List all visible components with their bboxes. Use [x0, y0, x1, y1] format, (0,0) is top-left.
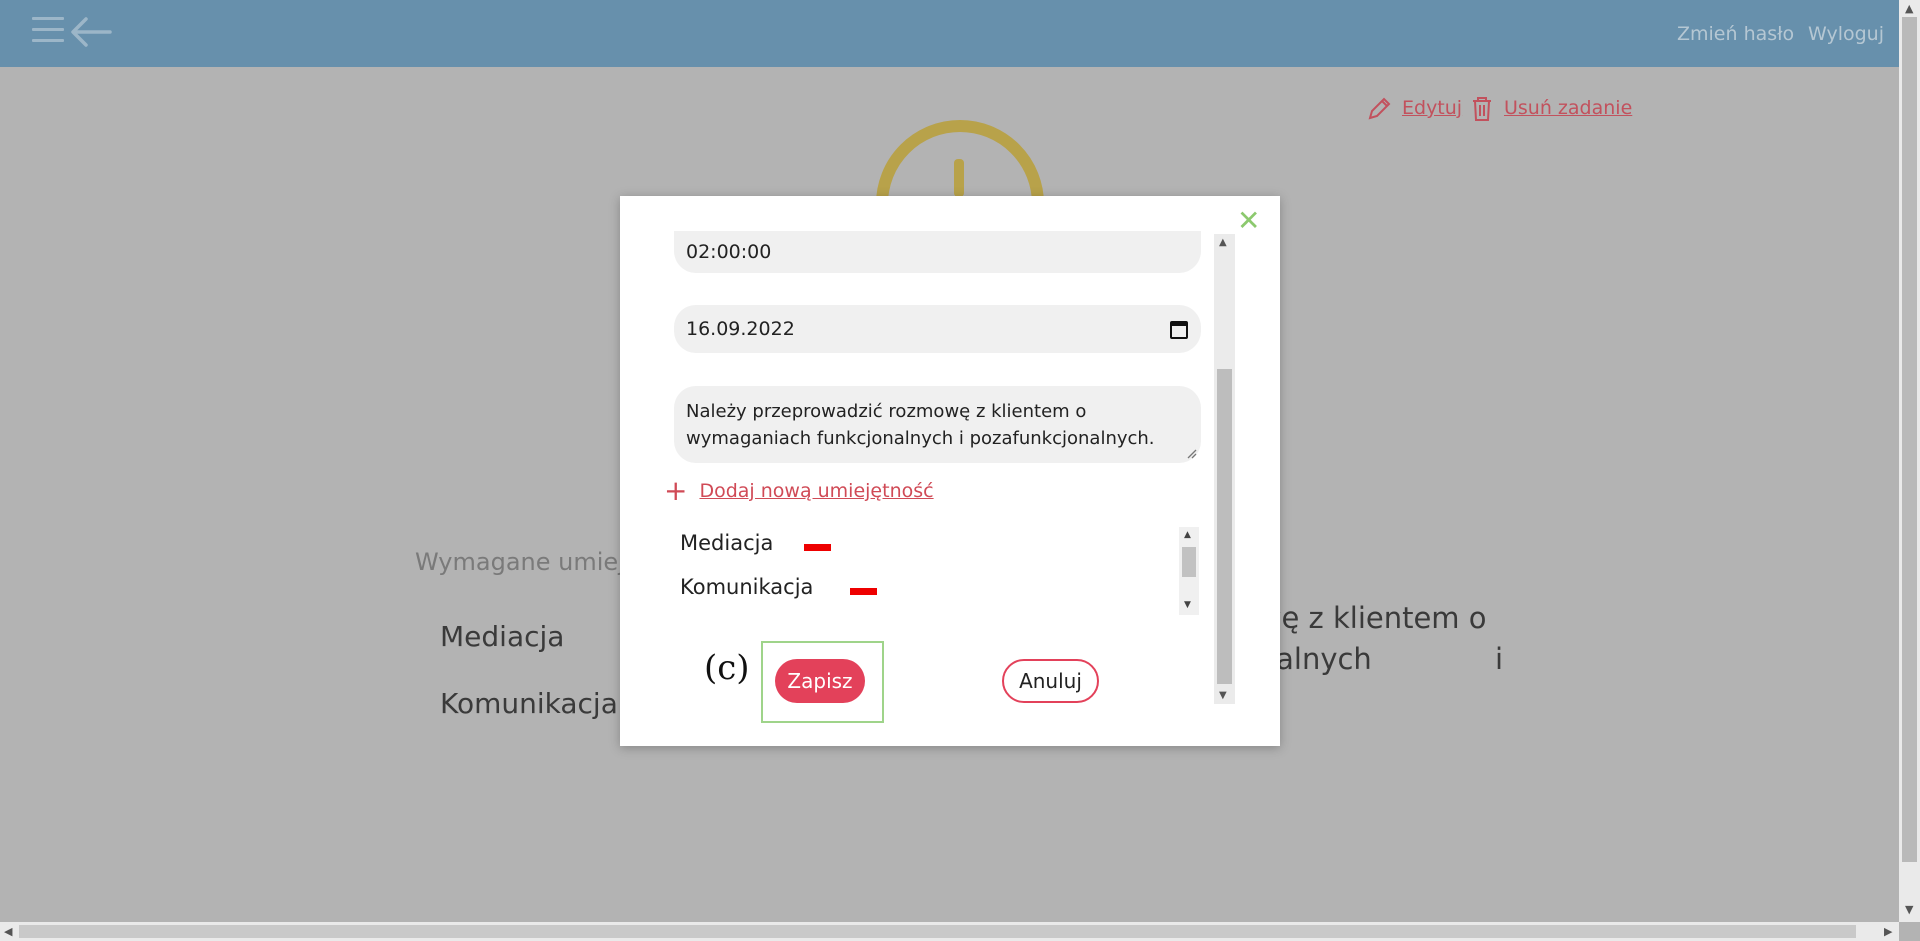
annotation-caption: (c) [704, 648, 750, 688]
dialog-scrollbar[interactable]: ▲ ▼ [1214, 234, 1235, 704]
skills-scroll-thumb[interactable] [1182, 547, 1196, 577]
bg-skill-item: Komunikacja [440, 687, 618, 720]
dialog-scroll-thumb[interactable] [1217, 369, 1232, 684]
back-arrow-icon[interactable] [68, 14, 112, 50]
list-item: Mediacja [680, 531, 832, 555]
date-value: 16.09.2022 [686, 318, 795, 340]
page-horizontal-scroll-thumb[interactable] [19, 925, 1856, 938]
page-horizontal-scrollbar[interactable]: ◀ ▶ [0, 922, 1899, 941]
plus-icon: + [664, 474, 688, 507]
skill-name: Komunikacja [680, 575, 814, 599]
required-skills-label: Wymagane umiej [415, 548, 625, 576]
scroll-down-arrow-icon[interactable]: ▼ [1905, 903, 1913, 916]
pencil-icon [1368, 97, 1391, 120]
remove-skill-icon[interactable] [850, 587, 878, 595]
skills-scrollbar[interactable]: ▲ ▼ [1179, 527, 1199, 615]
date-field[interactable]: 16.09.2022 [674, 305, 1201, 353]
scroll-down-arrow-icon[interactable]: ▼ [1184, 600, 1191, 610]
top-bar: Zmień hasło Wyloguj [0, 0, 1899, 67]
edit-link[interactable]: Edytuj [1402, 97, 1462, 119]
scroll-right-arrow-icon[interactable]: ▶ [1884, 925, 1892, 938]
skill-name: Mediacja [680, 531, 774, 555]
list-item: Komunikacja [680, 575, 878, 599]
bg-description-line-end: i [1495, 642, 1504, 676]
power-ring-bar [954, 159, 964, 197]
scroll-up-arrow-icon[interactable]: ▲ [1184, 530, 1191, 540]
scroll-up-arrow-icon[interactable]: ▲ [1905, 2, 1913, 15]
edit-task-dialog: ✕ 02:00:00 16.09.2022 Należy przeprowadz… [620, 196, 1280, 746]
duration-value: 02:00:00 [686, 241, 772, 263]
close-icon[interactable]: ✕ [1237, 207, 1260, 235]
skills-list: Mediacja Komunikacja ▲ ▼ [674, 527, 1199, 617]
calendar-icon[interactable] [1170, 321, 1188, 339]
cancel-button[interactable]: Anuluj [1002, 659, 1099, 703]
save-button[interactable]: Zapisz [775, 659, 865, 703]
scroll-left-arrow-icon[interactable]: ◀ [4, 925, 12, 938]
resize-grip-icon[interactable] [1185, 447, 1197, 459]
delete-task-link[interactable]: Usuń zadanie [1504, 97, 1632, 119]
hamburger-menu-icon[interactable] [32, 17, 64, 47]
duration-field[interactable]: 02:00:00 [674, 231, 1201, 273]
scroll-down-arrow-icon[interactable]: ▼ [1219, 690, 1227, 701]
description-value: Należy przeprowadzić rozmowę z klientem … [686, 401, 1155, 449]
bg-skill-item: Mediacja [440, 620, 565, 653]
scroll-up-arrow-icon[interactable]: ▲ [1219, 237, 1227, 248]
page-vertical-scrollbar[interactable]: ▲ ▼ [1899, 0, 1920, 922]
remove-skill-icon[interactable] [804, 543, 832, 551]
change-password-link[interactable]: Zmień hasło [1677, 23, 1794, 45]
description-textarea[interactable]: Należy przeprowadzić rozmowę z klientem … [674, 386, 1201, 463]
add-skill-link[interactable]: + Dodaj nową umiejętność [664, 477, 934, 505]
trash-icon [1473, 97, 1491, 121]
page-vertical-scroll-thumb[interactable] [1902, 17, 1917, 862]
add-skill-label: Dodaj nową umiejętność [699, 480, 934, 502]
logout-link[interactable]: Wyloguj [1808, 23, 1884, 45]
